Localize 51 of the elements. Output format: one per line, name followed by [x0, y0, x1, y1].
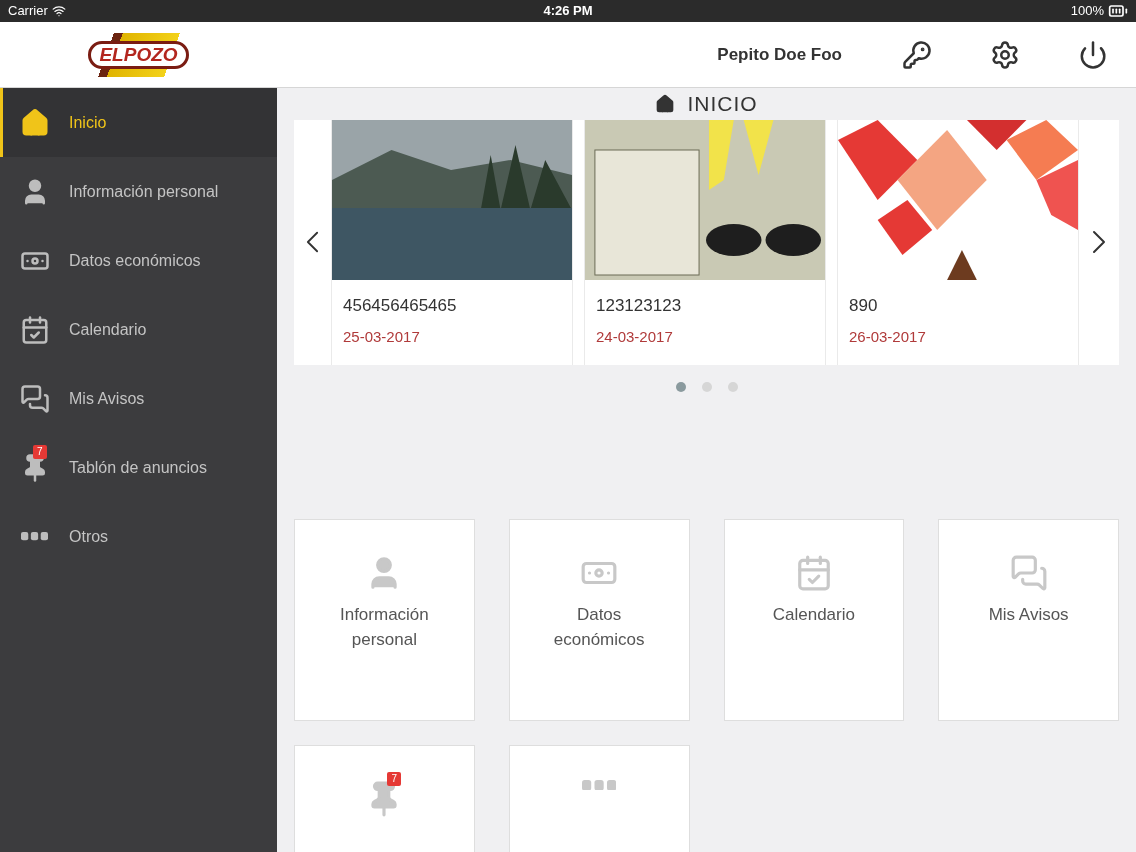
user-name[interactable]: Pepito Doe Foo [717, 41, 842, 68]
sidebar-item[interactable]: Mis Avisos [0, 364, 277, 433]
carrier-label: Carrier [8, 2, 48, 21]
sidebar-item[interactable]: Información personal [0, 157, 277, 226]
card-date: 25-03-2017 [343, 327, 421, 347]
speech-bubbles-icon [1009, 553, 1048, 592]
menu-tile[interactable]: Datos económicos [508, 518, 690, 721]
dots-icon [21, 532, 48, 541]
sidebar-item[interactable]: Inicio [0, 88, 277, 157]
sidebar-label: Mis Avisos [69, 388, 145, 409]
news-card[interactable]: 456456465465 25-03-2017 [331, 119, 573, 365]
status-time: 4:26 PM [543, 2, 593, 21]
card-title: 456456465465 [343, 294, 458, 317]
tile-label: Calendario [771, 603, 856, 626]
count-badge: 7 [387, 771, 401, 786]
settings-icon[interactable] [990, 39, 1020, 70]
key-icon[interactable] [902, 39, 932, 70]
sidebar-item[interactable]: Datos económicos [0, 226, 277, 295]
battery-percentage: 100% [1070, 2, 1104, 21]
menu-tile[interactable]: Mis Avisos [938, 518, 1119, 721]
sidebar-label: Otros [69, 526, 109, 547]
tile-label: Mis Avisos [987, 603, 1070, 626]
sidebar-label: Calendario [69, 319, 147, 340]
sidebar-item[interactable]: Calendario [0, 295, 277, 364]
card-date: 26-03-2017 [849, 327, 927, 347]
sidebar-label: Datos económicos [69, 250, 201, 271]
news-card[interactable]: 890 26-03-2017 [837, 119, 1079, 365]
wifi-icon [51, 4, 66, 18]
sidebar-label: Inicio [69, 112, 107, 133]
home-icon [19, 107, 50, 138]
count-badge: 7 [33, 444, 47, 459]
card-date: 24-03-2017 [596, 327, 674, 347]
news-card[interactable]: 123123123 24-03-2017 [584, 119, 826, 365]
home-icon [655, 93, 676, 114]
brand-logo: ELPOZO [91, 32, 186, 77]
menu-tile[interactable]: Información personal [294, 518, 475, 721]
tile-label: Datos económicos [552, 603, 646, 651]
card-title: 123123123 [596, 294, 683, 317]
menu-tile[interactable]: 7 [294, 744, 475, 852]
power-icon[interactable] [1078, 39, 1108, 70]
sidebar-label: Información personal [69, 181, 219, 202]
sidebar-item[interactable]: Otros [0, 502, 277, 571]
sidebar-item[interactable]: 7 Tablón de anuncios [0, 433, 277, 502]
speech-bubbles-icon [19, 383, 50, 414]
sidebar-label: Tablón de anuncios [69, 457, 207, 478]
menu-tile[interactable]: Calendario [723, 518, 905, 721]
tile-label: Información personal [338, 603, 430, 651]
calendar-icon [19, 314, 50, 345]
dots-icon [582, 779, 617, 791]
page-title: INICIO [687, 91, 758, 117]
card-title: 890 [849, 294, 879, 317]
